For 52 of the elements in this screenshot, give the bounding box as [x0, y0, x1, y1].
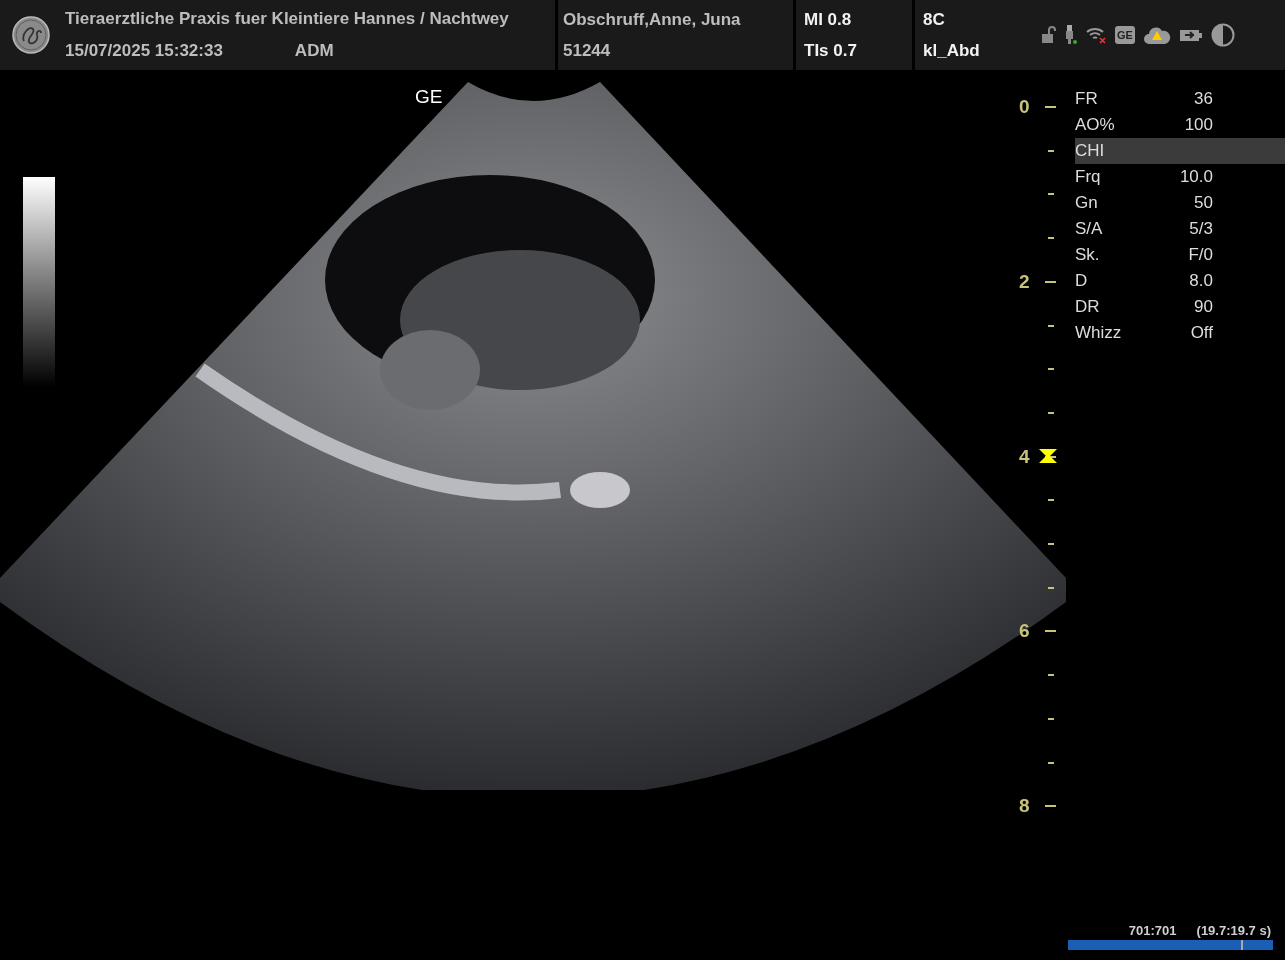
wifi-icon[interactable] — [1085, 26, 1107, 44]
parameter-row[interactable]: Whizz Off — [1075, 320, 1285, 346]
parameter-row[interactable]: CHI — [1075, 138, 1285, 164]
logo-icon — [11, 15, 51, 55]
depth-label: 0 — [1019, 96, 1030, 118]
depth-tick — [1048, 237, 1054, 240]
image-label: GE — [415, 86, 443, 108]
depth-label: 6 — [1019, 620, 1030, 643]
depth-tick — [1045, 630, 1056, 633]
depth-label: 8 — [1019, 795, 1030, 818]
depth-label: 2 — [1019, 270, 1030, 293]
parameter-row[interactable]: D 8.0 — [1075, 268, 1285, 294]
padlock-icon[interactable] — [1041, 26, 1057, 44]
parameter-row[interactable]: Frq 10.0 — [1075, 164, 1285, 190]
depth-tick — [1048, 717, 1054, 720]
focus-marker-icon[interactable] — [1039, 448, 1057, 463]
probe-name: 8C — [923, 9, 946, 30]
patient-name: Obschruff,Anne, Juna — [563, 9, 742, 30]
depth-tick — [1045, 280, 1056, 283]
operator-id: ADM — [294, 41, 334, 61]
depth-tick — [1045, 106, 1056, 108]
patient-id: 51244 — [563, 40, 612, 61]
depth-tick — [1045, 805, 1056, 808]
depth-tick — [1048, 586, 1054, 589]
parameter-row[interactable]: FR 36 — [1075, 86, 1285, 112]
clinic-name: Tieraerztliche Praxis fuer Kleintiere Hannes / Nachtwey — [65, 9, 509, 29]
parameter-row[interactable]: AO% 100 — [1075, 112, 1285, 138]
cine-time: (19.7:19.7 s) — [1196, 923, 1271, 938]
cloud-warning-icon[interactable] — [1142, 25, 1171, 45]
mechanical-index: MI 0.8 — [804, 9, 853, 30]
depth-tick — [1048, 324, 1054, 327]
depth-tick — [1048, 411, 1054, 414]
depth-tick — [1048, 193, 1054, 196]
depth-tick — [1048, 674, 1054, 677]
frame-counter: 701:701 — [1128, 923, 1177, 938]
date-time: 15/07/2025 15:32:33 — [65, 41, 223, 61]
depth-tick — [1048, 543, 1054, 545]
depth-tick — [1048, 368, 1054, 371]
thermal-index: TIs 0.7 — [804, 40, 858, 61]
depth-tick — [1048, 499, 1054, 502]
contrast-icon[interactable] — [1210, 23, 1235, 47]
depth-tick — [1048, 761, 1054, 764]
battery-plug-icon[interactable] — [1178, 27, 1203, 43]
ge-badge-icon[interactable]: GE — [1115, 26, 1135, 44]
preset-name: kl_Abd — [923, 40, 981, 61]
parameter-row[interactable]: Gn 50 — [1075, 190, 1285, 216]
parameter-row[interactable]: DR 90 — [1075, 294, 1285, 320]
parameter-row[interactable]: S/A 5/3 — [1075, 216, 1285, 242]
usb-icon[interactable] — [1065, 25, 1077, 45]
depth-label: 4 — [1019, 445, 1030, 468]
depth-tick — [1048, 149, 1054, 152]
parameter-row[interactable]: Sk. F/0 — [1075, 242, 1285, 268]
